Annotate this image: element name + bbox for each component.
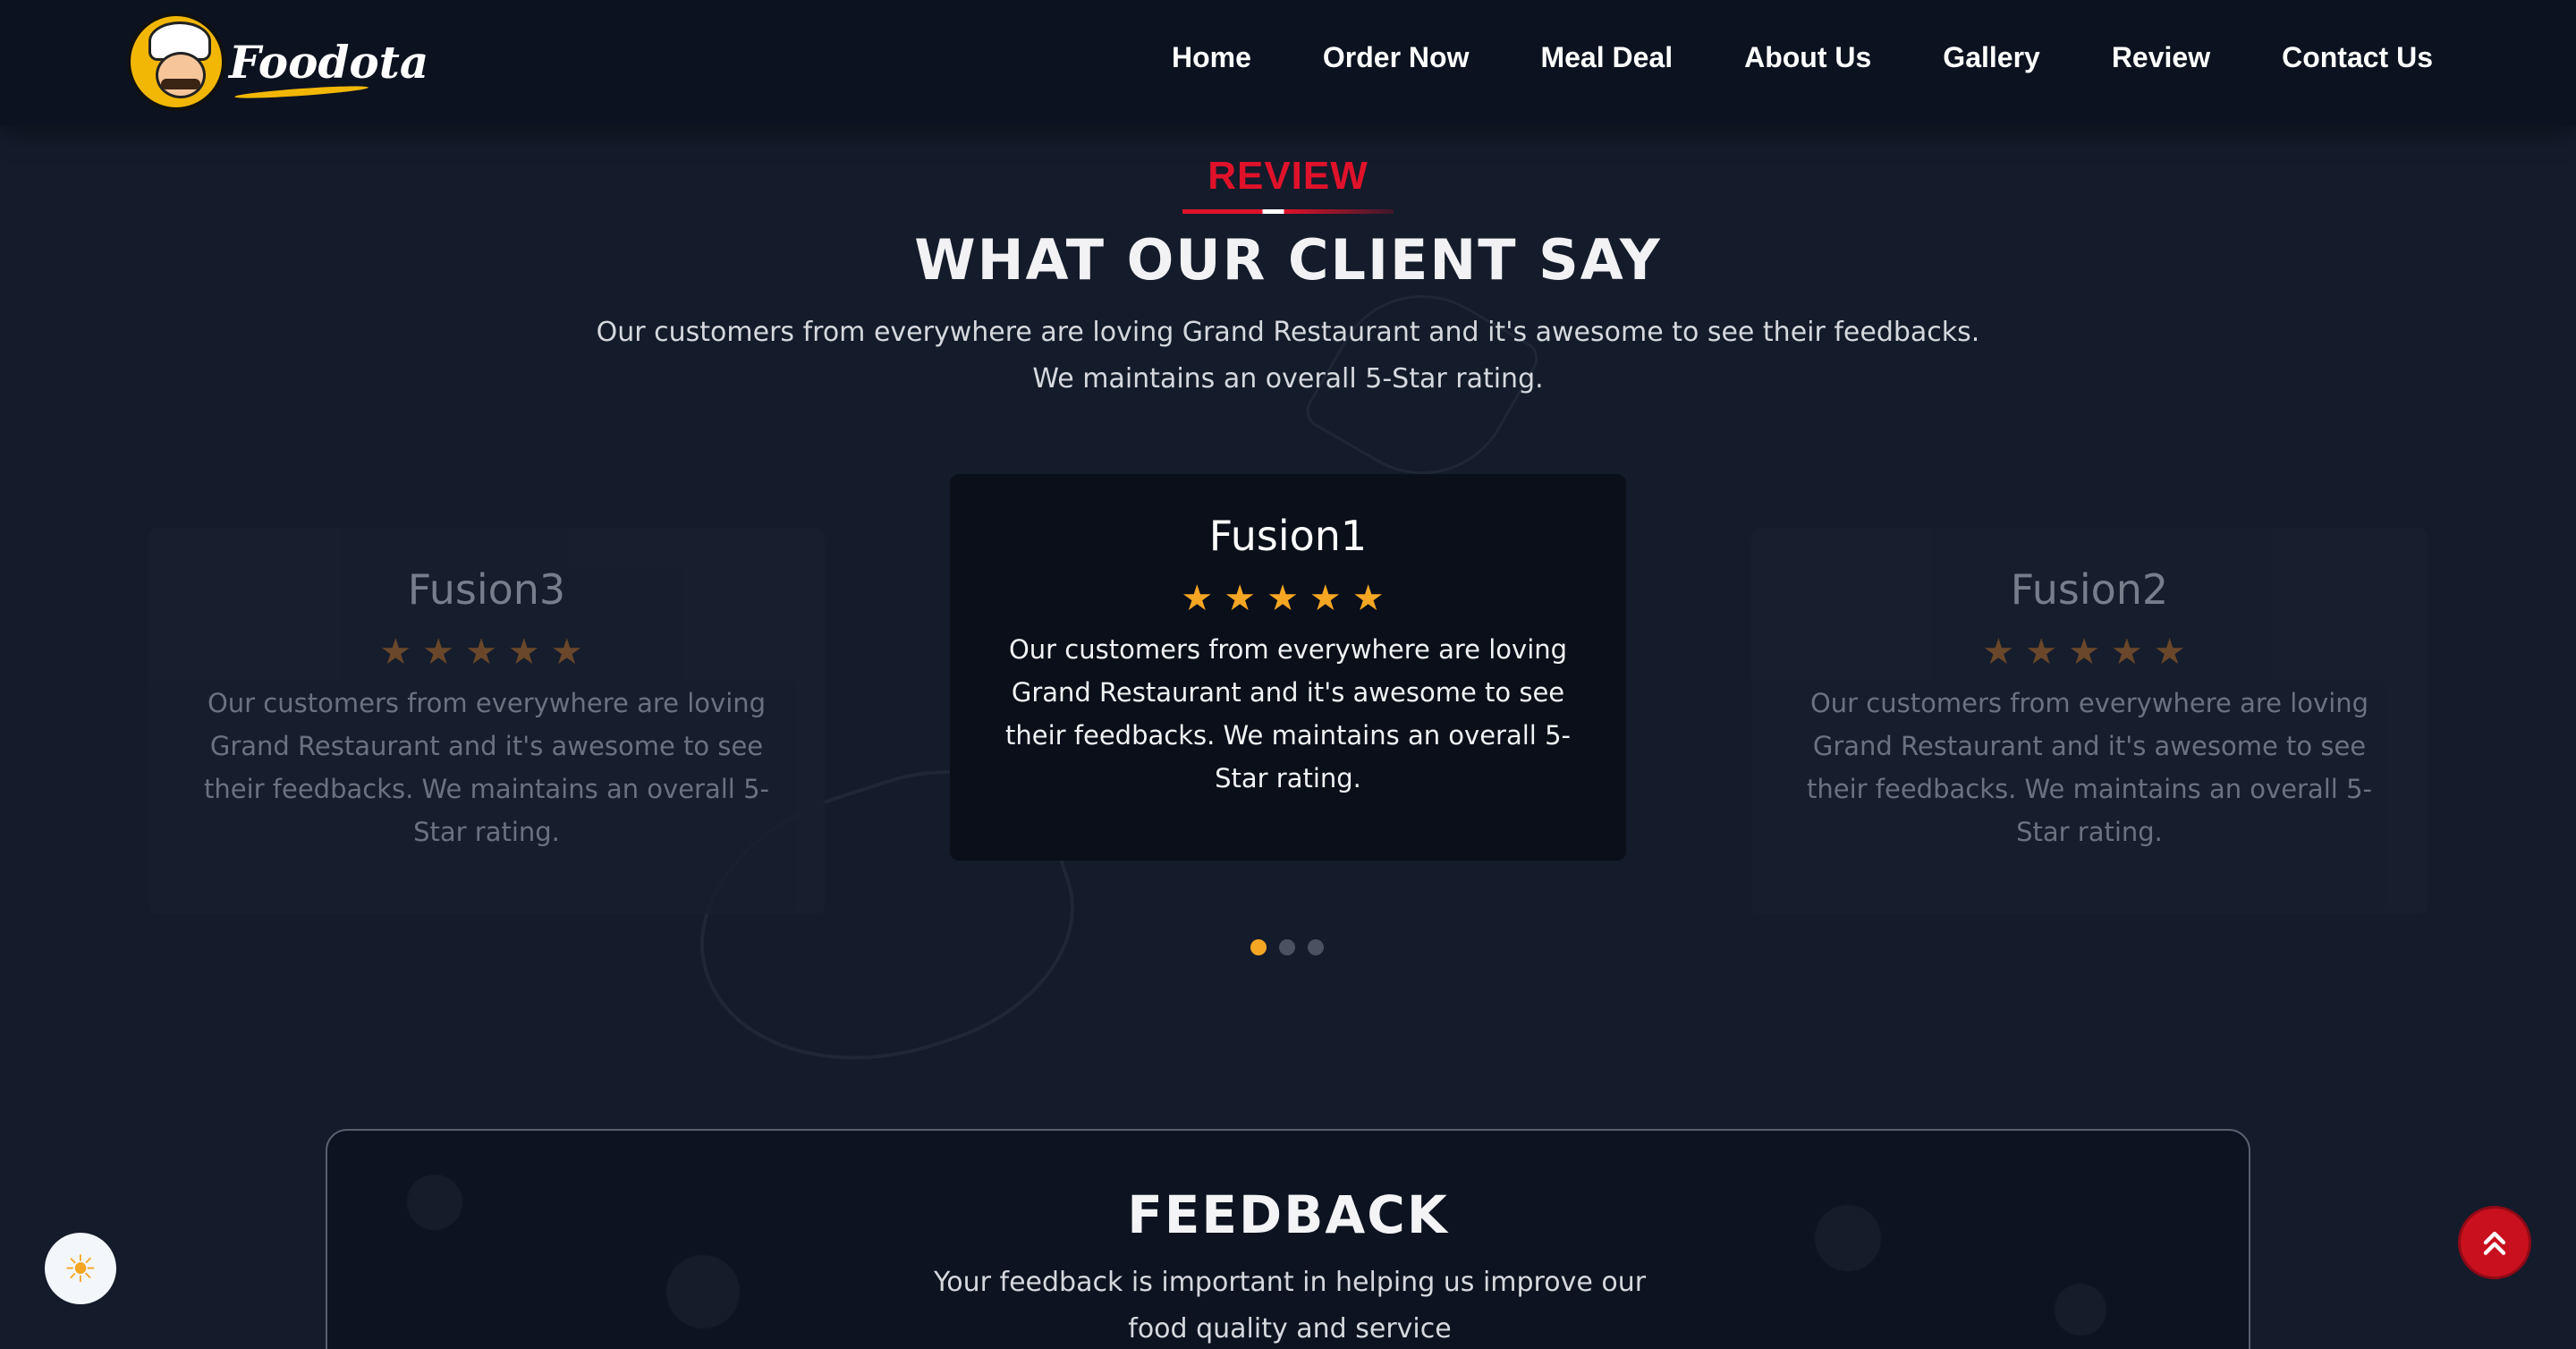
tag-underline: [1182, 209, 1394, 214]
nav-order-now[interactable]: Order Now: [1287, 36, 1505, 80]
review-card-fusion2[interactable]: Fusion2 ★★★★★ Our customers from everywh…: [1751, 528, 2428, 914]
star-rating-icon: ★★★★★: [1982, 632, 2197, 673]
star-rating-icon: ★★★★★: [1181, 578, 1395, 619]
feedback-title: FEEDBACK: [1127, 1184, 1449, 1245]
review-text: Our customers from everywhere are loving…: [203, 688, 769, 847]
review-card-fusion3[interactable]: Fusion3 ★★★★★ Our customers from everywh…: [148, 528, 825, 914]
reviewer-name: Fusion3: [407, 565, 566, 614]
carousel-dot-1[interactable]: [1250, 939, 1267, 955]
double-chevron-up-icon: [2483, 1231, 2506, 1255]
nav-home[interactable]: Home: [1136, 36, 1287, 80]
carousel-dot-3[interactable]: [1308, 939, 1324, 955]
nav-about-us[interactable]: About Us: [1708, 36, 1907, 80]
chef-logo-icon: [127, 13, 225, 111]
review-tag: REVIEW: [1208, 154, 1368, 198]
nav-review[interactable]: Review: [2076, 36, 2246, 80]
review-text: Our customers from everywhere are loving…: [1806, 688, 2372, 847]
feedback-section: FEEDBACK Your feedback is important in h…: [326, 1129, 2250, 1349]
review-subtitle-line1: Our customers from everywhere are loving…: [596, 317, 1980, 348]
feedback-subtitle: Your feedback is important in helping us…: [933, 1267, 1647, 1345]
nav-meal-deal[interactable]: Meal Deal: [1504, 36, 1708, 80]
site-header: Foodota Home Order Now Meal Deal About U…: [0, 0, 2576, 125]
logo[interactable]: Foodota: [127, 13, 428, 111]
main-nav: Home Order Now Meal Deal About Us Galler…: [1136, 36, 2433, 80]
review-subtitle: Our customers from everywhere are loving…: [537, 310, 2039, 403]
reviewer-name: Fusion1: [1208, 512, 1368, 560]
review-text: Our customers from everywhere are loving…: [1004, 634, 1571, 793]
review-subtitle-line2: We maintains an overall 5-Star rating.: [1032, 363, 1544, 395]
logo-text: Foodota: [229, 35, 429, 89]
scroll-to-top-button[interactable]: [2458, 1206, 2531, 1279]
sun-icon: ☀: [64, 1246, 97, 1291]
star-rating-icon: ★★★★★: [379, 632, 594, 673]
nav-contact-us[interactable]: Contact Us: [2246, 36, 2433, 80]
reviewer-name: Fusion2: [2010, 565, 2169, 614]
review-title: WHAT OUR CLIENT SAY: [914, 227, 1662, 293]
review-card-fusion1[interactable]: Fusion1 ★★★★★ Our customers from everywh…: [950, 474, 1626, 861]
carousel-dot-2[interactable]: [1279, 939, 1295, 955]
carousel-pagination: [1250, 939, 1324, 955]
theme-toggle-button[interactable]: ☀: [45, 1233, 116, 1304]
nav-gallery[interactable]: Gallery: [1907, 36, 2076, 80]
